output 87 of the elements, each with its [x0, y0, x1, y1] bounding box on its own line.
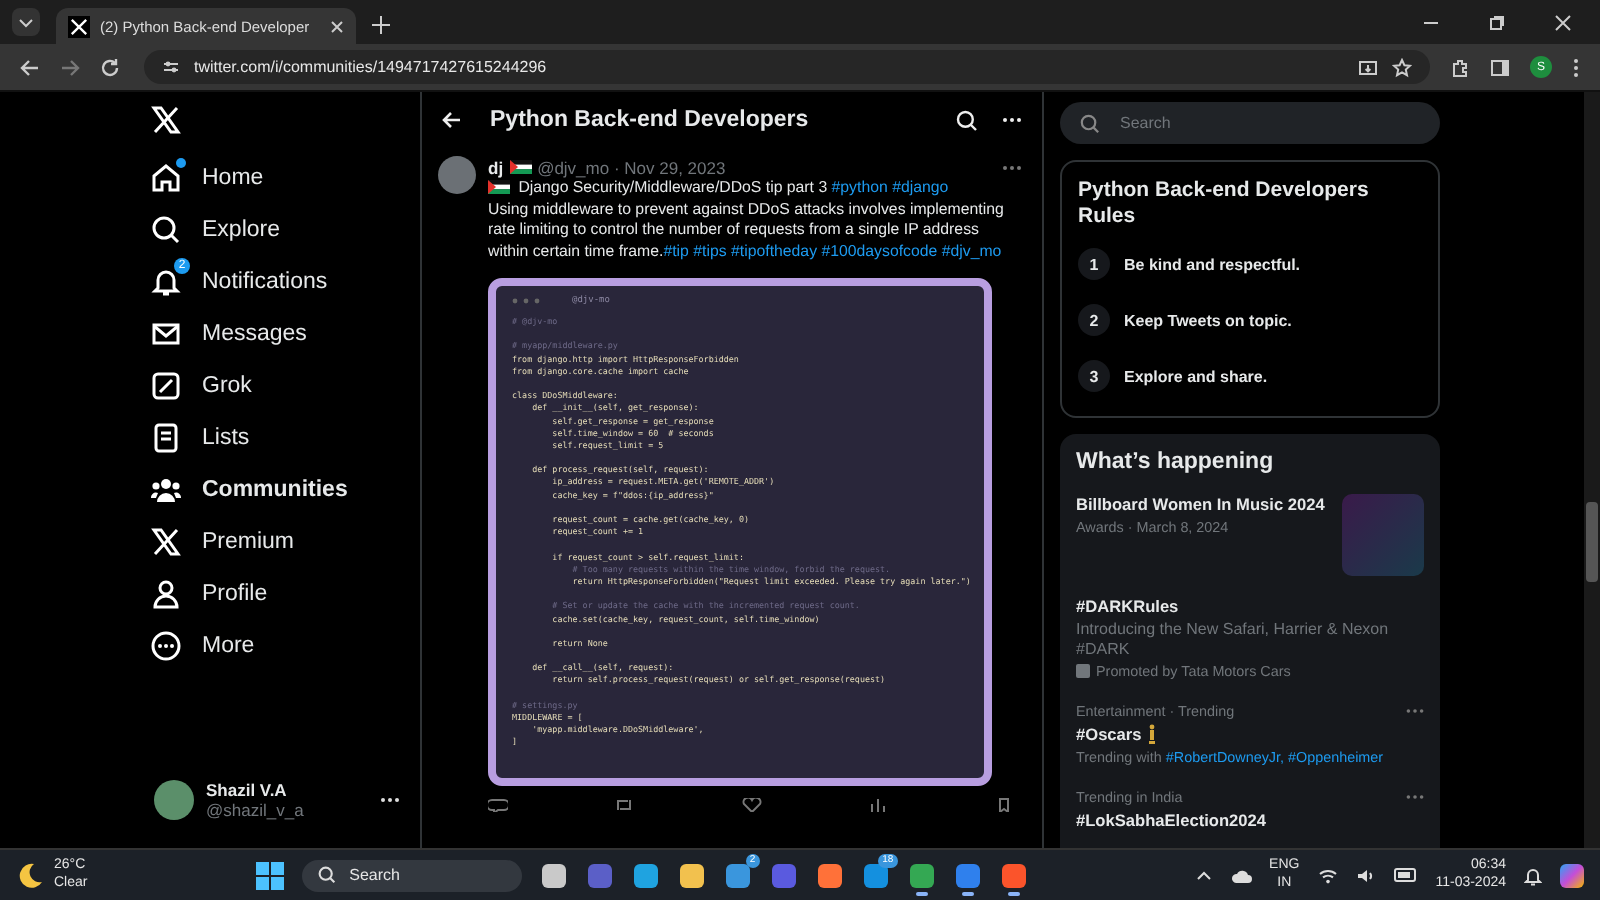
- wifi-icon[interactable]: [1317, 867, 1338, 883]
- search-input[interactable]: Search: [1120, 114, 1420, 132]
- copilot-icon[interactable]: [1560, 863, 1585, 887]
- author-name[interactable]: dj: [488, 157, 504, 177]
- battery-icon[interactable]: [1393, 868, 1418, 882]
- windows-logo-icon[interactable]: [255, 861, 284, 889]
- avatar: [154, 780, 194, 820]
- search-icon: [150, 214, 182, 246]
- side-panel-icon[interactable]: [1490, 57, 1510, 77]
- flag-icon: [509, 160, 532, 174]
- image-placeholder: [1342, 494, 1424, 576]
- crescent-moon-icon: [16, 861, 44, 889]
- nav-item[interactable]: Premium: [126, 516, 420, 568]
- people-icon: [150, 474, 182, 506]
- trends-title: What’s happening: [1076, 450, 1276, 474]
- speaker-icon[interactable]: [1355, 867, 1376, 883]
- back-arrow-icon[interactable]: [20, 57, 40, 77]
- account-handle: @shazil_v_a: [206, 800, 306, 820]
- home-icon: [150, 162, 182, 194]
- bar-chart-icon[interactable]: [867, 797, 888, 812]
- nav-item[interactable]: More: [126, 620, 420, 672]
- tab-list-caret-icon[interactable]: [12, 8, 40, 36]
- url-text: twitter.com/i/communities/1494717427615244296: [194, 58, 547, 76]
- person-icon: [150, 578, 182, 610]
- x-logo-icon[interactable]: [150, 104, 182, 136]
- code-screenshot[interactable]: [488, 278, 992, 786]
- more-icon[interactable]: [1002, 116, 1022, 124]
- search-field[interactable]: Search: [1060, 102, 1440, 144]
- x-logo-icon: [68, 15, 90, 37]
- community-title: Python Back-end Developers: [490, 108, 809, 132]
- trend-title: #DARKRules: [1076, 596, 1181, 616]
- new-tab-icon[interactable]: [372, 16, 390, 34]
- trend-title: #Oscars: [1076, 724, 1142, 744]
- more-icon[interactable]: [380, 796, 400, 804]
- taskbar-search-field[interactable]: Search: [301, 859, 522, 891]
- restore-icon[interactable]: [1488, 14, 1506, 32]
- address-bar[interactable]: twitter.com/i/communities/1494717427615244296: [144, 50, 1430, 84]
- nav-item[interactable]: Lists: [126, 412, 420, 464]
- x-logo-icon: [150, 526, 182, 558]
- rule-text: Explore and share.: [1124, 367, 1268, 385]
- trend-title: Billboard Women In Music 2024: [1076, 494, 1327, 514]
- nav-item[interactable]: Explore: [126, 204, 420, 256]
- trend-description: Introducing the New Safari, Harrier & Nexon #DARK: [1076, 620, 1391, 658]
- forward-arrow-icon[interactable]: [60, 57, 80, 77]
- rule-number: 1: [1078, 248, 1110, 280]
- slashed-square-icon: [150, 370, 182, 402]
- search-icon[interactable]: [956, 109, 978, 131]
- reload-icon[interactable]: [100, 57, 120, 77]
- avatar[interactable]: [438, 156, 476, 194]
- flag-icon: [488, 180, 510, 194]
- puzzle-piece-icon[interactable]: [1450, 57, 1470, 77]
- site-settings-icon[interactable]: [162, 58, 180, 76]
- rule-text: Keep Tweets on topic.: [1124, 311, 1292, 329]
- caret-up-icon[interactable]: [1195, 867, 1212, 883]
- rules-title: Python Back-end Developers Rules: [1078, 178, 1371, 228]
- trend-title: #LokSabhaElection2024: [1076, 810, 1266, 830]
- nav-item[interactable]: Communities: [126, 464, 420, 516]
- bell-icon[interactable]: [1524, 865, 1543, 885]
- envelope-icon: [150, 318, 182, 350]
- kebab-menu-icon[interactable]: [1572, 57, 1580, 77]
- search-icon: [317, 866, 336, 884]
- reply-icon[interactable]: [488, 797, 508, 812]
- promoted-icon: [1076, 664, 1090, 679]
- account-switcher[interactable]: Shazil V.A @shazil_v_a: [126, 764, 420, 848]
- nav-item[interactable]: Home: [126, 152, 420, 204]
- rule-number: 3: [1078, 360, 1110, 392]
- scrollbar[interactable]: [1584, 92, 1600, 848]
- bell-icon: [150, 266, 182, 298]
- star-icon[interactable]: [1392, 57, 1412, 77]
- search-icon: [1080, 113, 1100, 133]
- account-name: Shazil V.A: [206, 780, 289, 800]
- close-icon[interactable]: [330, 19, 344, 33]
- nav-item[interactable]: Grok: [126, 360, 420, 412]
- rule-text: Be kind and respectful.: [1124, 255, 1301, 273]
- list-icon: [150, 422, 182, 454]
- nav-item[interactable]: Messages: [126, 308, 420, 360]
- author-handle-and-date: @djv_mo · Nov 29, 2023: [537, 157, 726, 177]
- rule-number: 2: [1078, 304, 1110, 336]
- cloud-icon[interactable]: [1229, 867, 1252, 883]
- bookmark-icon[interactable]: [994, 797, 1014, 812]
- nav-item[interactable]: Profile: [126, 568, 420, 620]
- repost-icon[interactable]: [614, 797, 635, 812]
- window-dots-icon: [512, 298, 540, 304]
- heart-icon[interactable]: [741, 797, 761, 812]
- more-circle-icon: [150, 630, 182, 662]
- close-icon[interactable]: [1554, 14, 1572, 32]
- install-app-icon[interactable]: [1358, 57, 1378, 77]
